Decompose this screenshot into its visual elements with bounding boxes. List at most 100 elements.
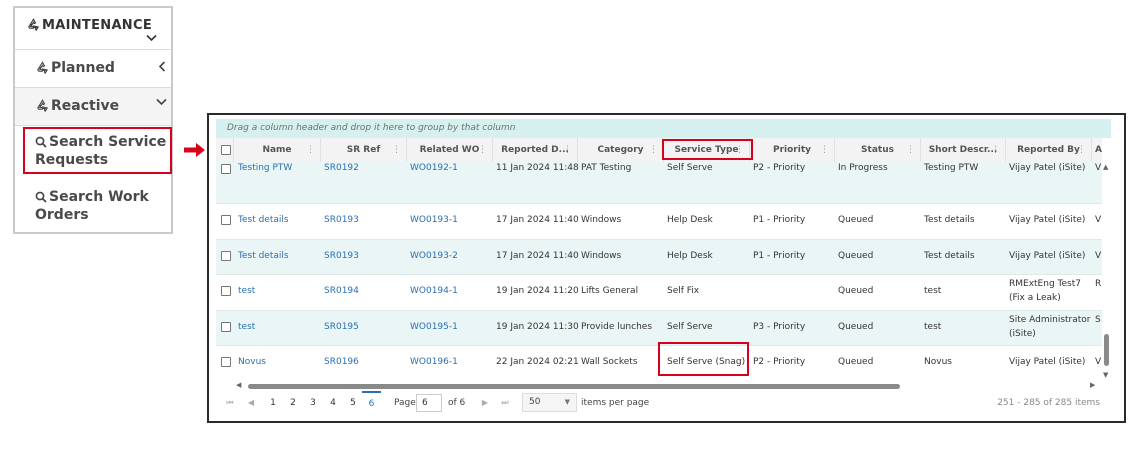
row-checkbox[interactable] bbox=[221, 251, 231, 261]
scroll-up-icon[interactable]: ▲ bbox=[1103, 163, 1108, 171]
service-requests-grid: Drag a column header and drop it here to… bbox=[216, 119, 1111, 415]
menu-planned[interactable]: Planned bbox=[15, 50, 171, 88]
row-status: Queued bbox=[838, 357, 874, 367]
first-page-icon[interactable]: ⏮ bbox=[225, 391, 235, 415]
column-header-related-wo[interactable]: Related WO ⋮ bbox=[407, 138, 493, 162]
column-header-extra[interactable]: A bbox=[1092, 138, 1102, 162]
column-header-status[interactable]: Status ⋮ bbox=[835, 138, 921, 162]
menu-reactive[interactable]: Reactive bbox=[15, 88, 171, 126]
row-wo-link[interactable]: WO0196-1 bbox=[410, 356, 458, 369]
table-row[interactable]: test SR0195 WO0195-1 19 Jan 2024 11:30 P… bbox=[216, 311, 1102, 346]
row-wo-link[interactable]: WO0193-2 bbox=[410, 250, 458, 263]
highlight-box bbox=[658, 342, 749, 376]
menu-search-sr-line2: Requests bbox=[35, 152, 109, 168]
row-checkbox[interactable] bbox=[221, 164, 231, 174]
row-wo-link[interactable]: WO0195-1 bbox=[410, 321, 458, 334]
column-menu-icon[interactable]: ⋮ bbox=[991, 138, 1000, 162]
search-icon bbox=[35, 136, 47, 148]
row-name-link[interactable]: test bbox=[238, 321, 255, 334]
horizontal-scrollbar[interactable]: ◀ ▶ bbox=[216, 381, 1102, 391]
chevron-down-icon bbox=[156, 98, 167, 106]
row-sr-ref-link[interactable]: SR0194 bbox=[324, 285, 359, 298]
column-header-reported-by[interactable]: Reported By ⋮ bbox=[1006, 138, 1092, 162]
row-sr-ref-link[interactable]: SR0195 bbox=[324, 321, 359, 334]
page-number[interactable]: 3 bbox=[305, 391, 321, 415]
row-sr-ref-link[interactable]: SR0193 bbox=[324, 250, 359, 263]
column-header-sr-ref[interactable]: SR Ref ⋮ bbox=[321, 138, 407, 162]
row-checkbox[interactable] bbox=[221, 286, 231, 296]
table-row[interactable]: Testing PTW SR0192 WO0192-1 11 Jan 2024 … bbox=[216, 162, 1102, 204]
row-short-description: Novus bbox=[924, 357, 952, 367]
column-header-short-description[interactable]: Short Descr... ⋮ bbox=[921, 138, 1006, 162]
last-page-icon[interactable]: ⏭ bbox=[500, 391, 510, 415]
scroll-left-icon[interactable]: ◀ bbox=[236, 381, 241, 389]
row-name-link[interactable]: Test details bbox=[238, 214, 289, 227]
row-short-description: Testing PTW bbox=[924, 163, 979, 173]
next-page-icon[interactable]: ▶ bbox=[480, 391, 490, 415]
row-name-link[interactable]: Testing PTW bbox=[238, 162, 292, 175]
chevron-left-icon bbox=[158, 61, 166, 72]
row-reported-by-line2: (Fix a Leak) bbox=[1009, 293, 1061, 303]
column-header-name[interactable]: Name ⋮ bbox=[234, 138, 321, 162]
recycle-icon bbox=[37, 61, 49, 74]
menu-search-work-orders[interactable]: Search Work Orders bbox=[15, 180, 171, 232]
page-number[interactable]: 5 bbox=[345, 391, 361, 415]
row-wo-link[interactable]: WO0194-1 bbox=[410, 285, 458, 298]
column-menu-icon[interactable]: ⋮ bbox=[306, 138, 315, 162]
row-checkbox[interactable] bbox=[221, 357, 231, 367]
row-checkbox[interactable] bbox=[221, 322, 231, 332]
column-menu-icon[interactable]: ⋮ bbox=[478, 138, 487, 162]
row-name-link[interactable]: Novus bbox=[238, 356, 266, 369]
row-sr-ref-link[interactable]: SR0196 bbox=[324, 356, 359, 369]
search-icon bbox=[35, 191, 47, 203]
menu-search-sr-line1: Search Service bbox=[49, 134, 167, 150]
row-reported-by: Vijay Patel (iSite) bbox=[1009, 215, 1086, 225]
row-name-link[interactable]: test bbox=[238, 285, 255, 298]
previous-page-icon[interactable]: ◀ bbox=[246, 391, 256, 415]
menu-search-wo-line2: Orders bbox=[35, 207, 89, 223]
row-wo-link[interactable]: WO0193-1 bbox=[410, 214, 458, 227]
of-pages-label: of 6 bbox=[448, 398, 466, 408]
table-row[interactable]: Test details SR0193 WO0193-1 17 Jan 2024… bbox=[216, 204, 1102, 240]
menu-search-service-requests[interactable]: Search Service Requests bbox=[15, 126, 172, 180]
table-row[interactable]: test SR0194 WO0194-1 19 Jan 2024 11:20 L… bbox=[216, 275, 1102, 311]
row-wo-link[interactable]: WO0192-1 bbox=[410, 162, 458, 175]
column-header-reported-date[interactable]: Reported D... ⋮ bbox=[493, 138, 578, 162]
row-service-type: Help Desk bbox=[667, 215, 713, 225]
column-menu-icon[interactable]: ⋮ bbox=[906, 138, 915, 162]
row-sr-ref-link[interactable]: SR0192 bbox=[324, 162, 359, 175]
scroll-down-icon[interactable]: ▼ bbox=[1103, 371, 1108, 379]
column-menu-icon[interactable]: ⋮ bbox=[392, 138, 401, 162]
group-drop-area[interactable]: Drag a column header and drop it here to… bbox=[216, 119, 1111, 138]
pager: ⏮ ◀ 1 2 3 4 5 6 Page of 6 ▶ ⏭ 50 ▼ items… bbox=[216, 391, 1111, 415]
page-number-selected[interactable]: 6 bbox=[362, 391, 381, 415]
page-number[interactable]: 4 bbox=[325, 391, 341, 415]
scrollbar-thumb[interactable] bbox=[1104, 334, 1109, 366]
vertical-scrollbar[interactable]: ▲ ▼ bbox=[1102, 162, 1111, 381]
row-category: Lifts General bbox=[581, 286, 639, 296]
row-name-link[interactable]: Test details bbox=[238, 250, 289, 263]
row-extra: R bbox=[1095, 279, 1102, 289]
column-header-priority[interactable]: Priority ⋮ bbox=[750, 138, 835, 162]
column-header-category[interactable]: Category ⋮ bbox=[578, 138, 664, 162]
row-category: Windows bbox=[581, 215, 622, 225]
row-reported-date: 22 Jan 2024 02:21 bbox=[496, 357, 579, 367]
page-number-input[interactable] bbox=[416, 394, 442, 412]
menu-maintenance[interactable]: MAINTENANCE bbox=[15, 8, 171, 50]
highlight-box bbox=[662, 139, 753, 160]
row-sr-ref-link[interactable]: SR0193 bbox=[324, 214, 359, 227]
column-menu-icon[interactable]: ⋮ bbox=[820, 138, 829, 162]
table-row[interactable]: Test details SR0193 WO0193-2 17 Jan 2024… bbox=[216, 240, 1102, 275]
column-menu-icon[interactable]: ⋮ bbox=[649, 138, 658, 162]
select-all-checkbox[interactable] bbox=[221, 145, 231, 155]
scrollbar-thumb[interactable] bbox=[248, 384, 900, 389]
items-per-page-select[interactable]: 50 ▼ bbox=[522, 393, 577, 412]
column-menu-icon[interactable]: ⋮ bbox=[1077, 138, 1086, 162]
page-number[interactable]: 2 bbox=[285, 391, 301, 415]
row-extra: V bbox=[1095, 251, 1102, 261]
page-number[interactable]: 1 bbox=[265, 391, 281, 415]
row-checkbox[interactable] bbox=[221, 215, 231, 225]
scroll-right-icon[interactable]: ▶ bbox=[1090, 381, 1095, 389]
menu-reactive-label: Reactive bbox=[51, 98, 120, 114]
column-menu-icon[interactable]: ⋮ bbox=[563, 138, 572, 162]
